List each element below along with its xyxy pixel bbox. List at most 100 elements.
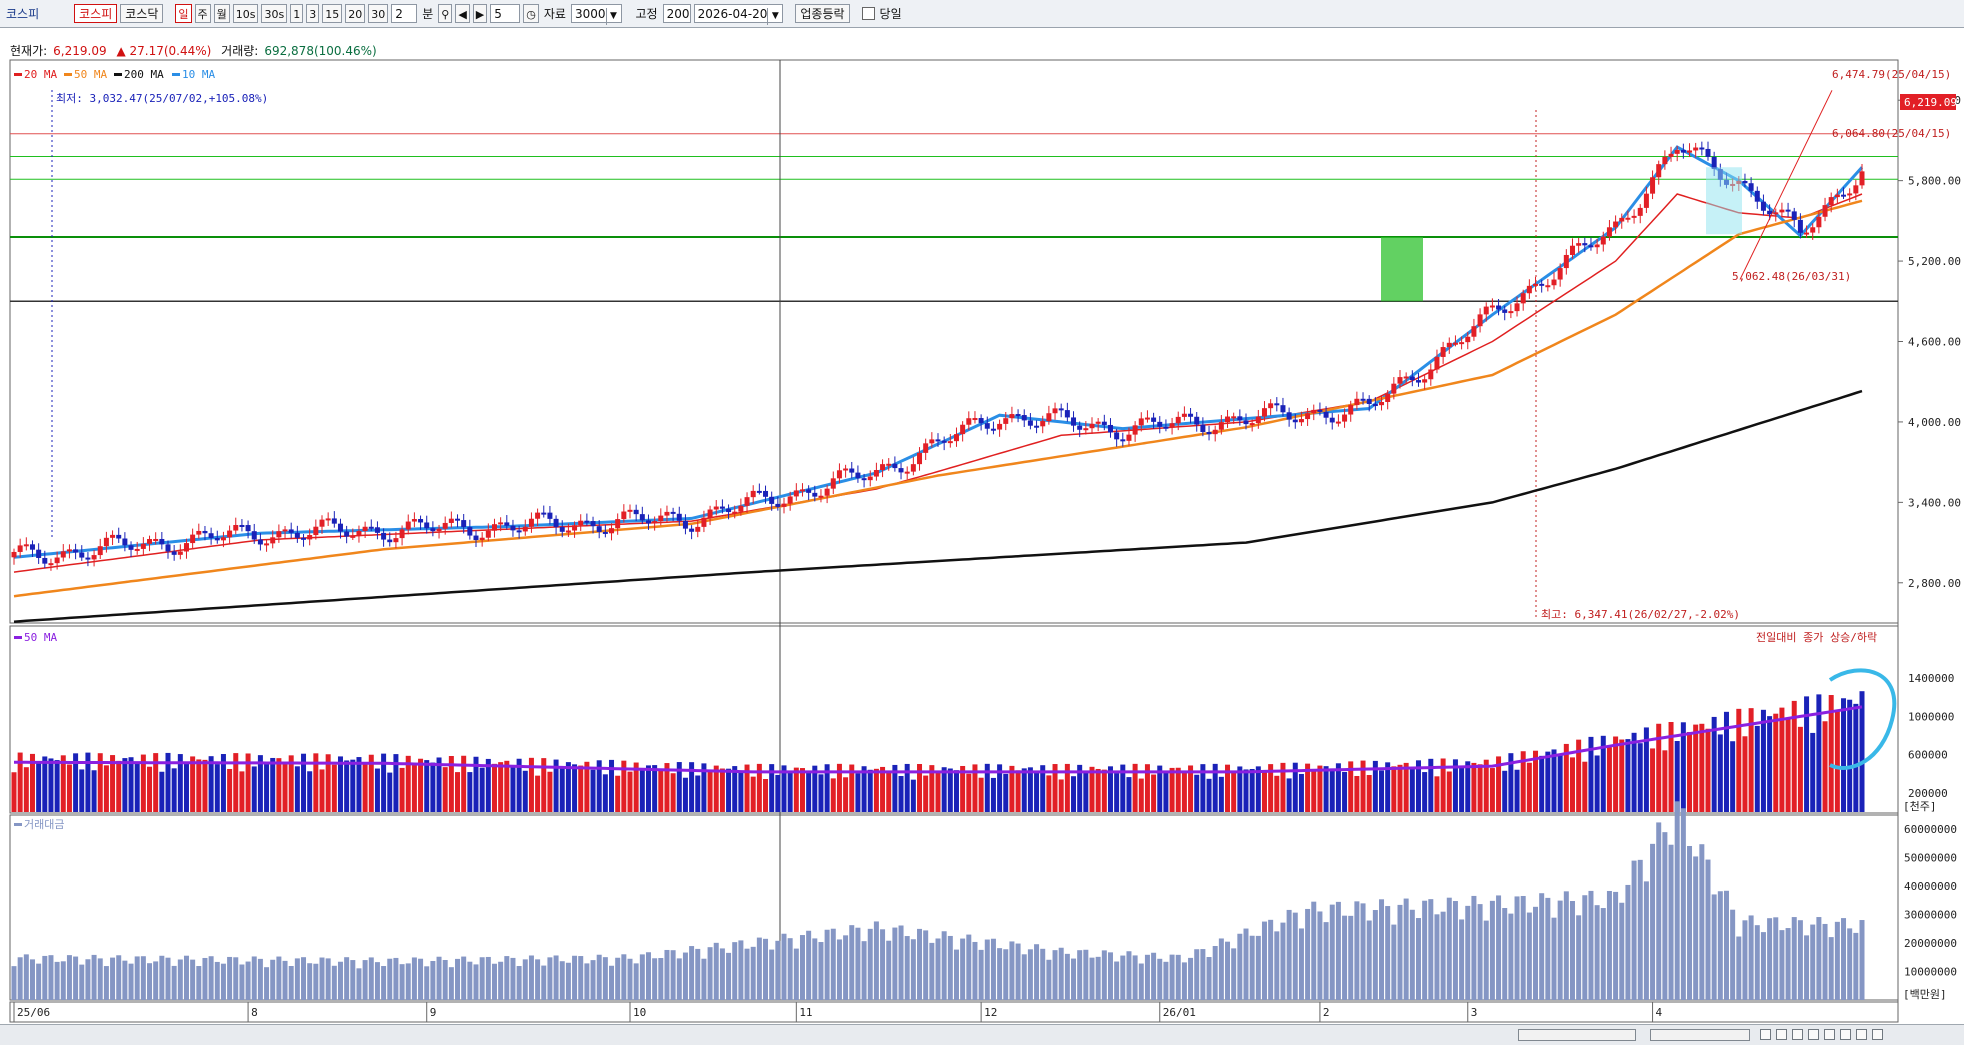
amount-bar — [1785, 928, 1791, 1000]
amount-bar — [793, 948, 799, 1000]
amount-bar — [689, 946, 695, 1000]
amount-bar — [997, 948, 1003, 1000]
volume-bar — [23, 767, 29, 812]
amount-bar — [960, 938, 966, 1000]
candle-body — [1804, 232, 1810, 235]
volume-bar — [1631, 732, 1637, 812]
candle-body — [1637, 207, 1643, 216]
print-icon[interactable] — [1792, 1029, 1803, 1040]
month-tick-label: 11 — [799, 1006, 812, 1019]
fit-icon[interactable] — [1776, 1029, 1787, 1040]
candle-body — [1181, 413, 1187, 417]
save-icon[interactable] — [1824, 1029, 1835, 1040]
zoom-icon[interactable] — [1760, 1029, 1771, 1040]
amount-bar — [719, 948, 725, 1000]
amount-bar — [1489, 900, 1495, 1000]
chart-area[interactable]: 6,400.005,800.005,200.004,600.004,000.00… — [0, 0, 1964, 1024]
candle-body — [1317, 409, 1323, 412]
candle-body — [904, 471, 910, 474]
amount-bar — [159, 955, 165, 1000]
candle-body — [276, 531, 282, 538]
volume-bar — [738, 772, 744, 812]
volume-bar — [670, 773, 676, 812]
candle-body — [1680, 149, 1686, 153]
amount-bar — [436, 956, 442, 1000]
amount-bar — [1859, 920, 1865, 1000]
candle-body — [565, 530, 571, 533]
amount-bar — [1483, 920, 1489, 1000]
lock-icon[interactable] — [1840, 1029, 1851, 1040]
amount-bar — [1822, 923, 1828, 1000]
amount-bar — [818, 942, 824, 1000]
candle-body — [418, 519, 424, 523]
amount-bar — [713, 942, 719, 1000]
amount-bar — [1582, 895, 1588, 1000]
volume-bar — [1311, 769, 1317, 812]
amount-bar — [799, 935, 805, 1000]
amount-bar — [1015, 943, 1021, 1000]
candle-body — [1687, 150, 1693, 153]
candle-body — [1021, 415, 1027, 421]
volume-bar — [1514, 769, 1520, 812]
amount-bar — [1212, 946, 1218, 1000]
amount-bar — [29, 959, 35, 1000]
amount-bar — [763, 938, 769, 1000]
ma10-swatch — [172, 73, 180, 76]
amount-bar — [1687, 846, 1693, 1000]
volume-bar — [171, 768, 177, 812]
amount-bar — [11, 966, 17, 1000]
candle-body — [48, 563, 54, 566]
amount-bar — [1428, 899, 1434, 1000]
candle-body — [504, 522, 510, 526]
volume-bar — [399, 767, 405, 812]
menu-icon[interactable] — [1872, 1029, 1883, 1040]
volume-bar — [886, 772, 892, 812]
volume-bar — [270, 757, 276, 812]
candle-body — [849, 468, 855, 473]
amount-bar — [418, 958, 424, 1000]
horizontal-scrollbar[interactable] — [1518, 1029, 1636, 1041]
amount-bar — [953, 949, 959, 1000]
candle-body — [572, 525, 578, 531]
volume-bar — [806, 770, 812, 812]
amount-bar — [1218, 938, 1224, 1000]
amount-bar — [627, 958, 633, 1000]
candle-body — [1255, 416, 1261, 424]
zoom-slider[interactable] — [1650, 1029, 1750, 1041]
amount-bar — [171, 965, 177, 1000]
price-tick-label: 5,800.00 — [1908, 175, 1961, 188]
volume-bar — [1163, 770, 1169, 812]
amount-bar — [984, 939, 990, 1000]
candle-body — [522, 526, 528, 532]
candle-body — [1003, 418, 1009, 424]
grid-icon[interactable] — [1856, 1029, 1867, 1040]
amount-bar — [1533, 906, 1539, 1000]
amount-bar — [769, 949, 775, 1000]
candle-body — [1015, 414, 1021, 417]
volume-bar — [1175, 767, 1181, 812]
amount-bar — [498, 961, 504, 1000]
amount-bar — [424, 966, 430, 1000]
amount-bar — [1021, 954, 1027, 1000]
candle-body — [1175, 416, 1181, 424]
volume-bar — [1606, 747, 1612, 812]
amount-bar — [1311, 901, 1317, 1000]
amount-bar — [294, 958, 300, 1000]
volume-bar — [430, 762, 436, 812]
candle-body — [541, 512, 547, 515]
amount-bar — [1163, 961, 1169, 1000]
volume-bar — [1730, 741, 1736, 812]
candle-body — [128, 545, 134, 550]
amount-bar — [565, 962, 571, 1000]
settings-icon[interactable] — [1808, 1029, 1819, 1040]
amount-bar — [1471, 895, 1477, 1000]
amount-bar — [1680, 808, 1686, 1000]
volume-bar — [645, 765, 651, 812]
volume-bar — [122, 758, 128, 812]
amount-bar — [1151, 952, 1157, 1000]
amount-bar — [153, 961, 159, 1000]
amount-bar — [929, 942, 935, 1000]
candle-body — [1428, 369, 1434, 380]
candle-body — [140, 543, 146, 549]
amount-bar — [1736, 936, 1742, 1000]
